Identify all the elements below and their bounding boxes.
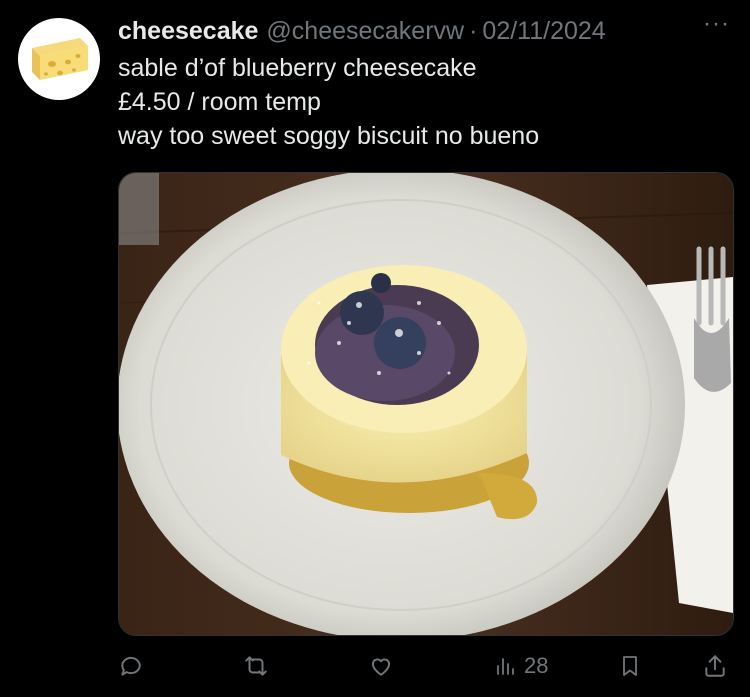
action-bar: 28 [118,646,732,686]
post-text-line-1: sable d’of blueberry cheesecake [118,54,477,82]
post-text-line-3: way too sweet soggy biscuit no bueno [118,122,540,150]
views-icon [497,658,514,675]
post-header: cheesecake @cheesecakervw · 02/11/2024 ·… [118,10,730,48]
views-button[interactable]: 28 [494,646,548,686]
cheesecake-photo [119,173,733,635]
avatar[interactable] [18,18,100,100]
heart-icon [371,658,391,676]
separator-dot: · [469,16,478,45]
post-text-line-2: £4.50 / room temp [118,88,321,116]
bookmark-icon [623,656,637,676]
repost-button[interactable] [242,646,270,686]
like-button[interactable] [368,646,394,686]
repost-icon [245,656,267,676]
display-name[interactable]: cheesecake [118,17,258,46]
post-image[interactable] [118,172,734,636]
post-date[interactable]: 02/11/2024 [482,17,605,46]
user-handle[interactable]: @cheesecakervw [266,17,464,46]
share-button[interactable] [702,646,728,686]
cheese-icon [32,38,88,80]
reply-icon [121,656,141,676]
share-icon [705,655,725,677]
views-count: 28 [524,653,549,678]
reply-button[interactable] [118,646,144,686]
bookmark-button[interactable] [618,646,642,686]
more-options-icon[interactable]: ··· [703,10,730,38]
